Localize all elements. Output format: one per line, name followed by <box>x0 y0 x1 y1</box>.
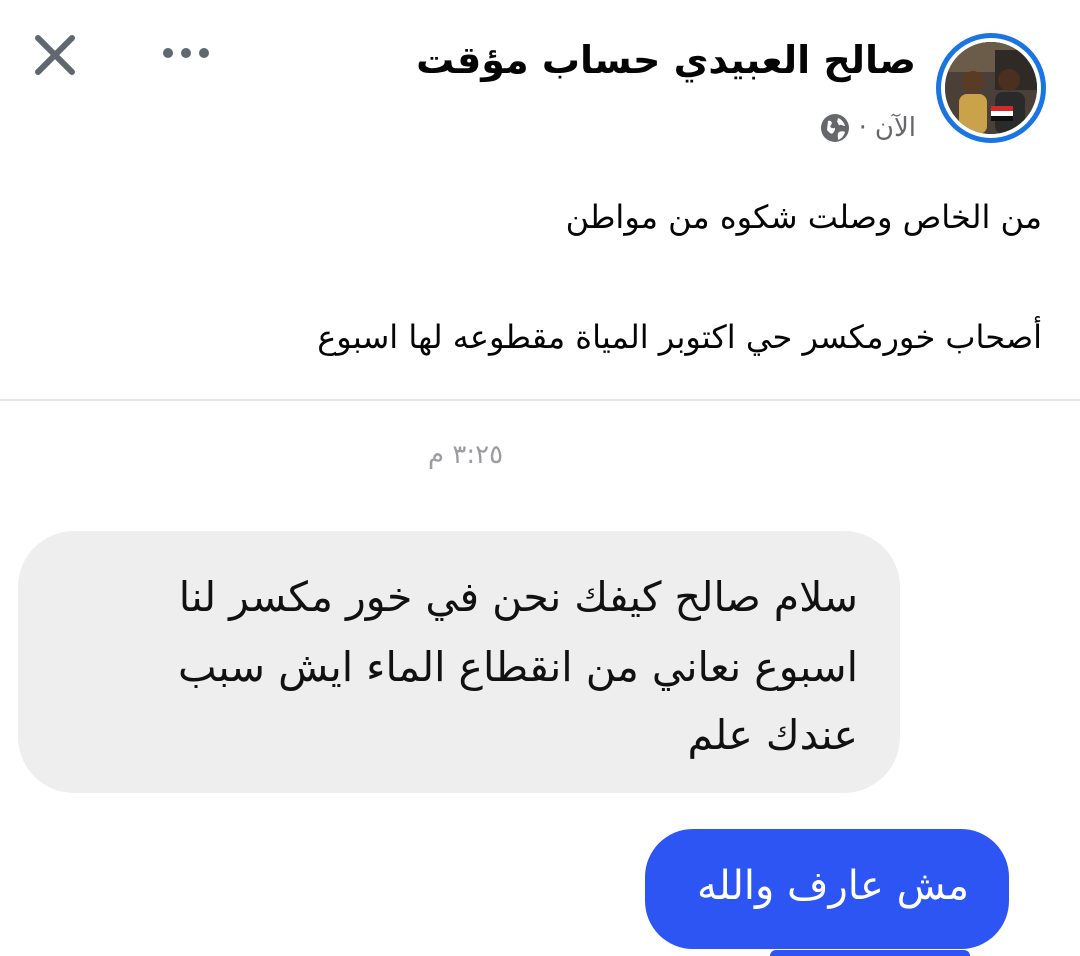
outgoing-message-bubble: مش عارف والله <box>645 829 1009 949</box>
post-screenshot: صالح العبيدي حساب مؤقت الآن · من الخاص و… <box>0 0 1080 956</box>
incoming-message-line-2: اسبوع نعاني من انقطاع الماء ايش سبب <box>178 643 858 691</box>
avatar-photo <box>945 42 1037 134</box>
incoming-message-bubble: سلام صالح كيفك نحن في خور مكسر لنا اسبوع… <box>18 531 900 793</box>
incoming-message-line-3: عندك علم <box>687 711 858 759</box>
more-options-button[interactable] <box>158 38 214 68</box>
more-horizontal-icon <box>163 48 209 58</box>
next-message-bubble-edge <box>770 950 970 956</box>
author-name[interactable]: صالح العبيدي حساب مؤقت <box>416 38 916 82</box>
post-text-line-2: أصحاب خورمكسر حي اكتوبر المياة مقطوعه له… <box>317 318 1042 356</box>
close-button[interactable] <box>30 30 80 80</box>
post-meta: الآن · <box>819 110 916 146</box>
divider <box>0 399 1080 401</box>
incoming-message-line-1: سلام صالح كيفك نحن في خور مكسر لنا <box>178 573 858 621</box>
chat-timestamp: ٣:٢٥ م <box>428 440 504 470</box>
avatar[interactable] <box>936 33 1046 143</box>
post-time[interactable]: الآن <box>875 113 916 143</box>
avatar-image <box>945 42 1037 134</box>
globe-icon <box>820 114 849 142</box>
close-icon <box>35 35 75 75</box>
post-text-line-1: من الخاص وصلت شكوه من مواطن <box>565 198 1042 236</box>
outgoing-message-text: مش عارف والله <box>697 863 969 909</box>
meta-separator: · <box>858 113 867 143</box>
